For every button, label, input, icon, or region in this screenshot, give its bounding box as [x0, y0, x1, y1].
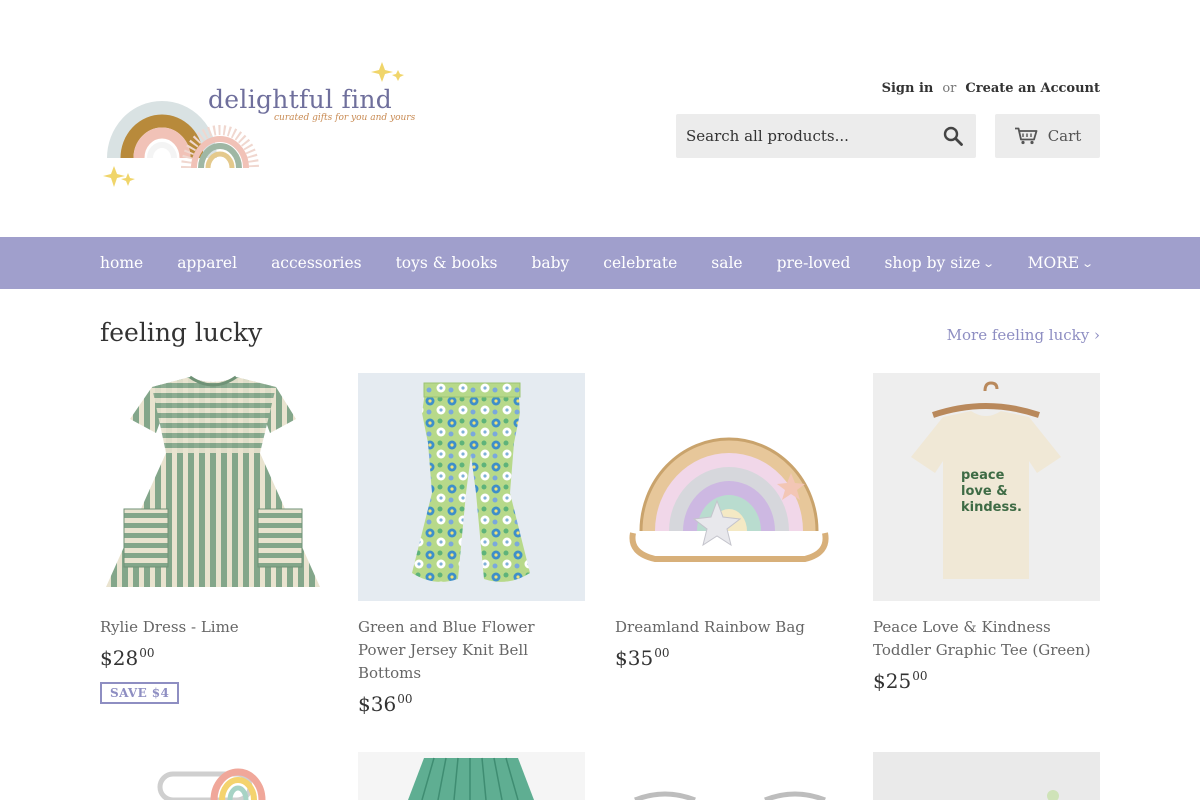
nav-item-label: baby — [531, 254, 570, 272]
product-price: $2800 — [100, 646, 327, 670]
price-cents: 00 — [654, 646, 670, 660]
brand-name: delightful find — [208, 85, 393, 114]
search-icon — [943, 126, 963, 146]
product-name[interactable]: Green and Blue Flower Power Jersey Knit … — [358, 616, 585, 685]
hair-clip-image — [100, 752, 327, 800]
bell-bottoms-image — [358, 373, 585, 601]
site-logo[interactable]: delightful find curated gifts for you an… — [100, 60, 415, 192]
product-price: $3500 — [615, 646, 842, 670]
price-dollars: $36 — [358, 692, 397, 716]
main-nav: home apparel accessories toys & books ba… — [0, 237, 1200, 289]
rainbow-bag-image — [615, 373, 842, 601]
nav-item-label: MORE — [1027, 254, 1080, 272]
nav-list: home apparel accessories toys & books ba… — [100, 237, 1126, 289]
product-image-partial — [615, 752, 842, 800]
price-dollars: $28 — [100, 646, 139, 670]
product-image[interactable] — [100, 373, 327, 601]
chevron-down-icon: ⌄ — [1081, 256, 1095, 270]
price-dollars: $25 — [873, 669, 912, 693]
tee-print-text: peace love & kindess. — [961, 468, 1022, 515]
product-name[interactable]: Peace Love & Kindness Toddler Graphic Te… — [873, 616, 1100, 662]
nav-item-accessories[interactable]: accessories — [271, 254, 362, 272]
price-dollars: $35 — [615, 646, 654, 670]
account-links: Sign in or Create an Account — [882, 81, 1100, 96]
nav-item-more[interactable]: MORE ⌄ — [1027, 254, 1095, 272]
product-image[interactable] — [358, 373, 585, 601]
product-card[interactable] — [358, 752, 585, 800]
sign-in-link[interactable]: Sign in — [882, 81, 934, 96]
more-feeling-lucky-link[interactable]: More feeling lucky › — [947, 326, 1100, 344]
nav-item-label: accessories — [271, 254, 362, 272]
product-price: $2500 — [873, 669, 1100, 693]
dress-image — [100, 373, 327, 601]
nav-item-home[interactable]: home — [100, 254, 143, 272]
save-badge: SAVE $4 — [100, 682, 180, 704]
price-cents: 00 — [397, 692, 413, 706]
nav-item-label: sale — [711, 254, 743, 272]
product-card[interactable] — [100, 752, 327, 800]
cart-button[interactable]: Cart — [995, 114, 1100, 158]
product-image[interactable] — [615, 373, 842, 601]
section-title: feeling lucky — [100, 318, 263, 347]
product-name[interactable]: Rylie Dress - Lime — [100, 616, 327, 639]
product-card[interactable] — [615, 752, 842, 800]
nav-item-baby[interactable]: baby — [531, 254, 569, 272]
product-price: $3600 — [358, 692, 585, 716]
nav-item-label: celebrate — [603, 254, 678, 272]
product-card[interactable]: Dreamland Rainbow Bag $3500 — [615, 373, 842, 670]
cart-icon — [1014, 127, 1038, 145]
nav-item-label: pre-loved — [776, 254, 851, 272]
product-card[interactable]: Rylie Dress - Lime $2800 SAVE $4 — [100, 373, 327, 704]
chevron-down-icon: ⌄ — [982, 256, 996, 270]
search-bar — [676, 114, 976, 158]
nav-item-label: shop by size — [884, 254, 981, 272]
rainbow-logo-icon — [103, 62, 404, 187]
nav-item-shop-by-size[interactable]: shop by size ⌄ — [884, 254, 996, 272]
search-input[interactable] — [676, 114, 936, 158]
nav-item-label: apparel — [177, 254, 238, 272]
nav-item-pre-loved[interactable]: pre-loved — [777, 254, 851, 272]
account-or-text: or — [942, 81, 957, 96]
create-account-link[interactable]: Create an Account — [965, 81, 1100, 96]
nav-item-label: toys & books — [395, 254, 498, 272]
brand-tagline: curated gifts for you and yours — [274, 113, 416, 123]
nav-item-apparel[interactable]: apparel — [177, 254, 237, 272]
nav-item-label: home — [100, 254, 144, 272]
price-cents: 00 — [912, 669, 928, 683]
site-header: delightful find curated gifts for you an… — [0, 0, 1200, 237]
product-card[interactable] — [873, 752, 1100, 800]
product-card[interactable]: Green and Blue Flower Power Jersey Knit … — [358, 373, 585, 716]
product-name[interactable]: Dreamland Rainbow Bag — [615, 616, 842, 639]
nav-item-sale[interactable]: sale — [711, 254, 742, 272]
product-image-partial — [873, 752, 1100, 800]
cart-label: Cart — [1047, 127, 1082, 145]
price-cents: 00 — [139, 646, 155, 660]
product-image[interactable]: peace love & kindess. — [873, 373, 1100, 601]
product-card[interactable]: peace love & kindess. Peace Love & Kindn… — [873, 373, 1100, 693]
search-button[interactable] — [942, 125, 964, 147]
nav-item-celebrate[interactable]: celebrate — [603, 254, 677, 272]
pleated-skirt-image — [358, 752, 585, 800]
nav-item-toys-books[interactable]: toys & books — [396, 254, 498, 272]
